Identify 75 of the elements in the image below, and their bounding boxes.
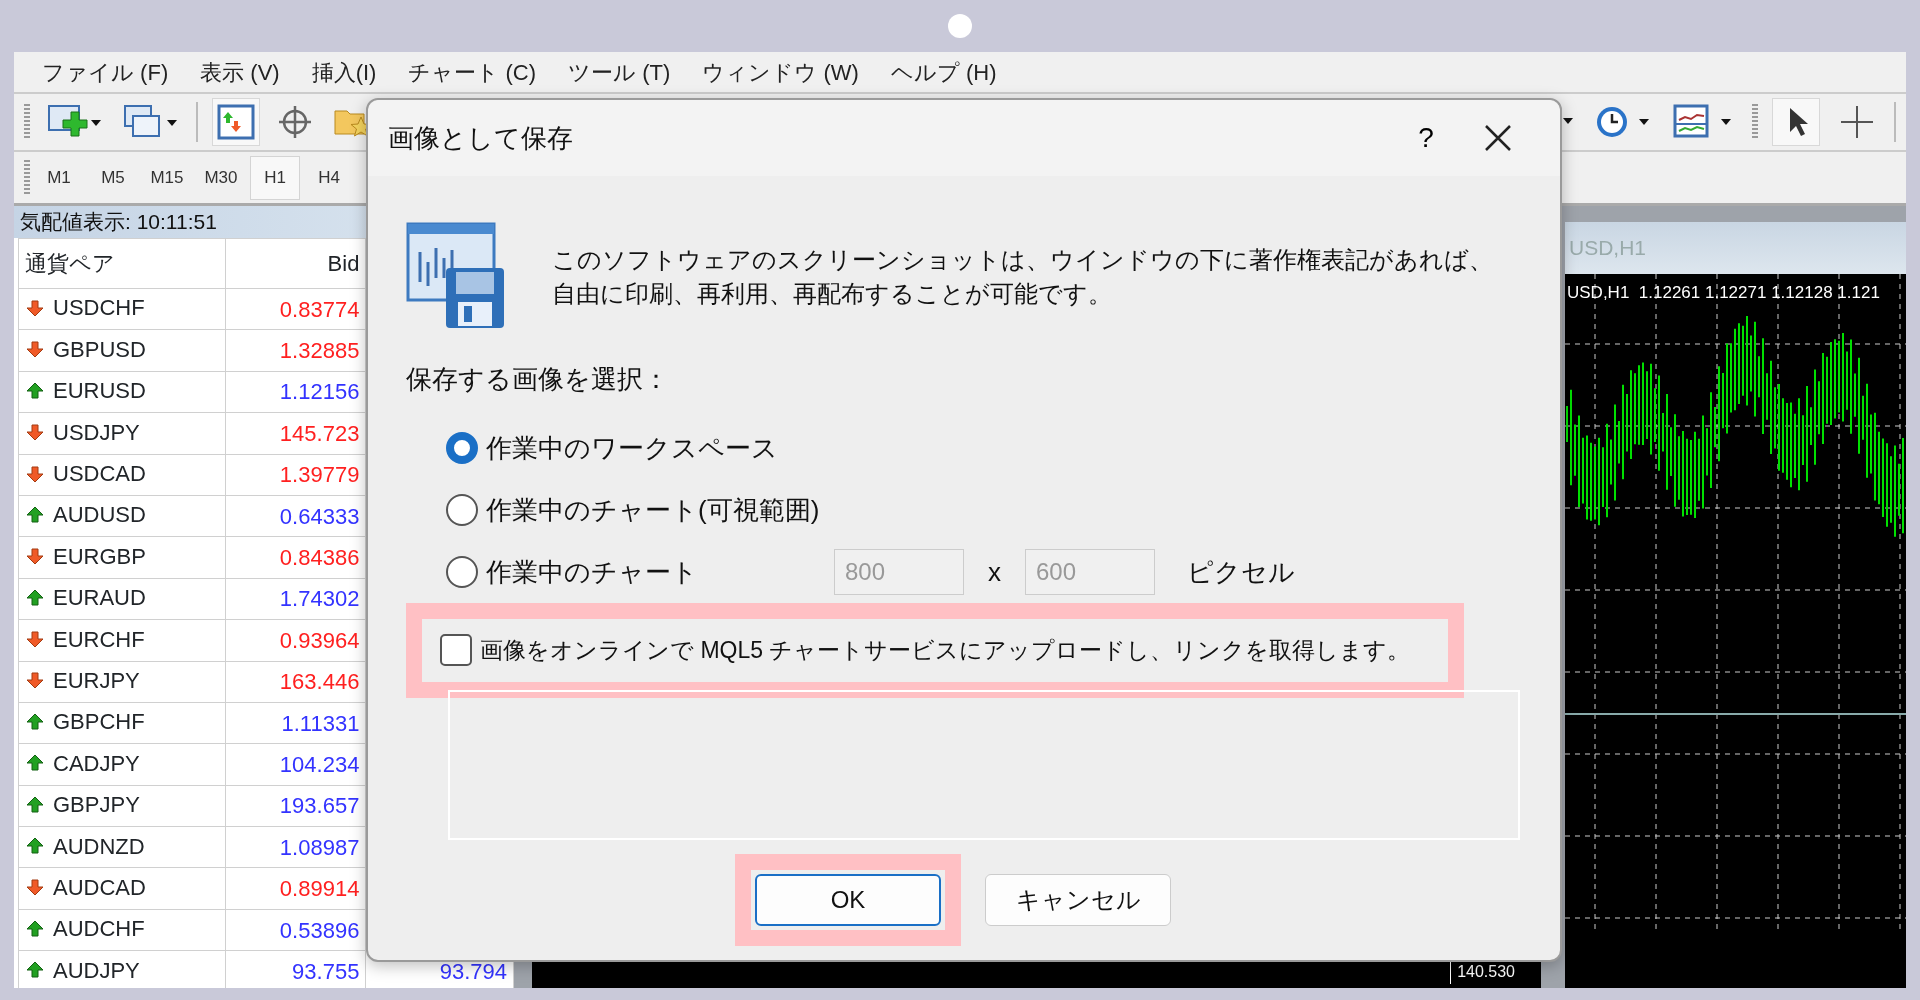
unit-label: ピクセル: [1187, 555, 1295, 589]
help-button[interactable]: ?: [1396, 116, 1456, 160]
bid-price: 145.723: [279, 420, 360, 446]
timeframe-tab[interactable]: M1: [34, 155, 84, 200]
radio-button[interactable]: [446, 494, 478, 526]
bid-price: 0.93964: [279, 627, 360, 653]
symbol-name: GBPUSD: [53, 335, 146, 364]
menu-item[interactable]: 表示 (V): [184, 55, 296, 89]
symbol-name: EURGBP: [53, 542, 146, 571]
option-label: 作業中のチャート: [486, 555, 699, 589]
market-watch-button[interactable]: [212, 98, 260, 146]
bid-price: 1.32885: [279, 338, 360, 364]
symbol-name: EURUSD: [53, 377, 146, 406]
symbol-name: USDCHF: [53, 294, 145, 323]
chart-header: USD,H1 1.12261 1.12271 1.12128 1.121: [1567, 282, 1880, 304]
bid-price: 1.39779: [279, 462, 360, 488]
symbol-name: AUDCAD: [53, 873, 146, 902]
timeframe-tab[interactable]: M15: [142, 155, 192, 200]
bid-price: 193.657: [279, 793, 360, 819]
bid-price: 163.446: [279, 669, 360, 695]
description-text: このソフトウェアのスクリーンショットは、ウインドウの下に著作権表記があれば、 自由に印刷、再利用、再配布することが可能です。: [552, 245, 1493, 309]
bid-price: 1.11331: [281, 710, 360, 736]
market-watch-icon: [216, 102, 256, 142]
menu-item[interactable]: ヘルプ (H): [874, 55, 1013, 89]
cancel-button[interactable]: キャンセル: [985, 873, 1171, 926]
bid-price: 93.755: [292, 958, 360, 984]
bid-price: 0.64333: [279, 503, 360, 529]
menu-item[interactable]: ウィンドウ (W): [686, 55, 875, 89]
dialog-title: 画像として保存: [388, 121, 574, 155]
ok-button[interactable]: OK: [755, 873, 941, 926]
symbol-name: USDJPY: [53, 418, 140, 447]
timeframe-tab[interactable]: M5: [88, 155, 138, 200]
symbol-name: AUDNZD: [53, 832, 145, 861]
option-label: 作業中のチャート(可視範囲): [486, 493, 820, 527]
symbol-name: EURAUD: [53, 584, 146, 613]
crosshair-icon: [277, 104, 313, 140]
symbol-name: AUDJPY: [53, 956, 140, 985]
menu-item[interactable]: チャート (C): [392, 55, 553, 89]
bid-price: 0.84386: [279, 545, 360, 571]
radio-button[interactable]: [446, 556, 478, 588]
menu-item[interactable]: 挿入(I): [295, 55, 393, 89]
option-label: 作業中のワークスペース: [486, 431, 778, 465]
radio-button[interactable]: [446, 432, 478, 464]
checkbox-label: 画像をオンラインで MQL5 チャートサービスにアップロードし、リンクを取得します。: [480, 636, 1411, 665]
menu-item[interactable]: ファイル (F): [26, 55, 185, 89]
timeframe-tab[interactable]: M30: [196, 155, 246, 200]
bid-price: 104.234: [279, 752, 360, 777]
symbol-name: USDCAD: [53, 460, 146, 488]
symbol-name: CADJPY: [53, 749, 140, 778]
close-icon: [1484, 124, 1512, 152]
symbol-name: AUDCHF: [53, 915, 145, 944]
symbol-name: AUDUSD: [53, 501, 146, 530]
symbol-name: EURCHF: [53, 625, 145, 654]
timeframe-tab[interactable]: H1: [250, 155, 300, 200]
bid-price: 0.83774: [279, 296, 360, 322]
caret-icon: [1563, 118, 1575, 126]
ask-price: 93.794: [439, 958, 507, 984]
symbol-name: EURJPY: [53, 666, 140, 695]
column-header: Bid: [225, 238, 366, 289]
bid-price: 1.08987: [279, 834, 360, 860]
bid-price: 1.12156: [279, 379, 360, 405]
symbol-name: GBPJPY: [53, 791, 140, 820]
section-label: 保存する画像を選択：: [406, 363, 670, 396]
bid-price: 0.53896: [279, 917, 360, 943]
bid-price: 0.89914: [279, 876, 360, 902]
cursor-button[interactable]: [1772, 98, 1820, 146]
bid-price: 1.74302: [279, 586, 360, 612]
times-sign: x: [987, 555, 1002, 589]
camera-dot: [948, 14, 972, 38]
checkbox[interactable]: [440, 634, 472, 667]
timeframe-tab[interactable]: H4: [304, 155, 354, 200]
menu-item[interactable]: ツール (T): [552, 55, 687, 89]
symbol-name: GBPCHF: [53, 708, 145, 737]
column-header: 通貨ペア: [18, 238, 226, 289]
chart-title: USD,H1: [1565, 222, 1906, 274]
